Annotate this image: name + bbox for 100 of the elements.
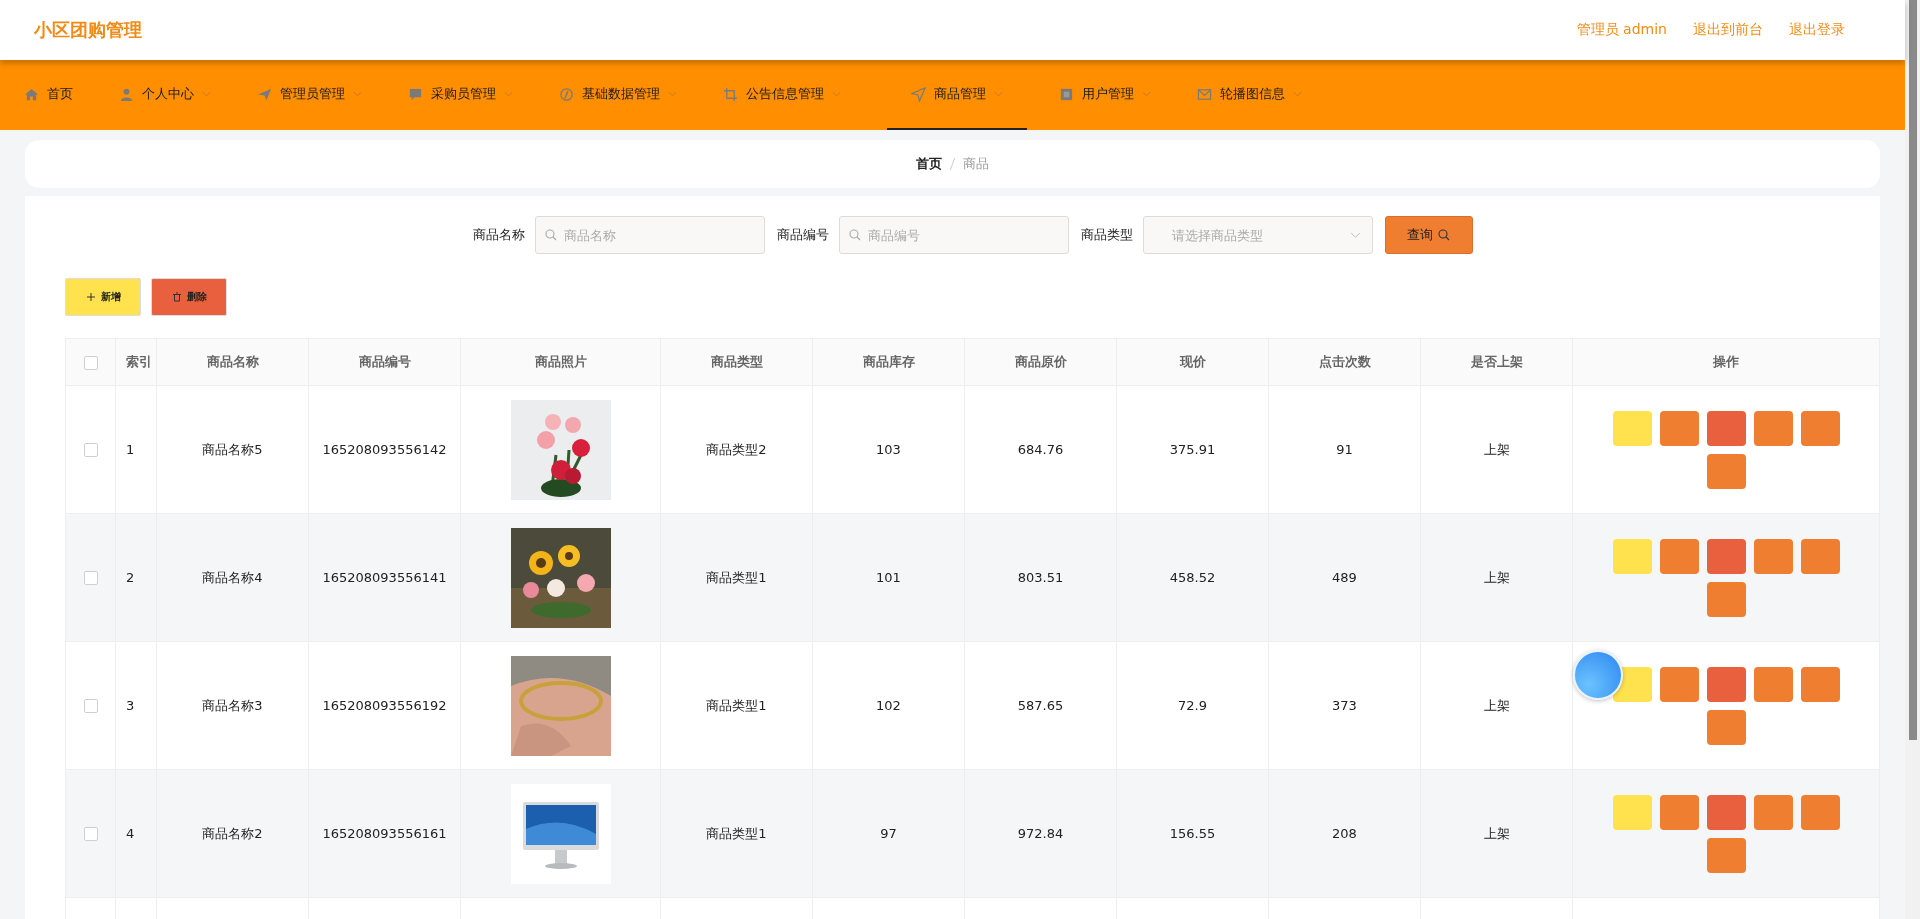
user-icon	[119, 86, 134, 102]
action-button[interactable]	[1753, 666, 1793, 702]
action-button[interactable]	[1659, 794, 1699, 830]
row-checkbox[interactable]	[83, 827, 98, 842]
scrollbar[interactable]	[1905, 0, 1920, 919]
table-cell: 375.91	[1116, 385, 1269, 514]
table-cell: 91	[1268, 385, 1421, 514]
nav-tab[interactable]: 用户管理	[1059, 60, 1165, 130]
search-icon	[1438, 229, 1450, 241]
mail-icon	[1197, 86, 1212, 102]
nav-tab[interactable]: 公告信息管理	[723, 60, 855, 130]
action-button[interactable]	[1706, 837, 1746, 873]
field-label: 商品类型	[1080, 226, 1133, 244]
table-cell: 上架	[1420, 769, 1573, 898]
column-header: 索引	[115, 338, 157, 386]
action-button[interactable]	[1753, 538, 1793, 574]
table-cell: 684.76	[964, 385, 1117, 514]
action-button[interactable]	[1706, 709, 1746, 745]
table-cell: 489	[1268, 513, 1421, 642]
action-button[interactable]	[1659, 410, 1699, 446]
plane-icon	[257, 86, 272, 102]
send-icon	[911, 86, 926, 102]
action-button[interactable]	[1800, 538, 1840, 574]
type-select[interactable]: 请选择商品类型	[1142, 216, 1373, 254]
nav-tab[interactable]: 管理员管理	[257, 60, 376, 130]
column-header: 现价	[1116, 338, 1269, 386]
table-cell: 165208093556192	[308, 641, 461, 770]
nav-tab[interactable]: 基础数据管理	[559, 60, 691, 130]
column-header: 商品照片	[460, 338, 661, 386]
table-cell: 1	[115, 385, 157, 514]
table-cell: 72.9	[1116, 641, 1269, 770]
action-button[interactable]	[1706, 794, 1746, 830]
delete-button[interactable]: 删除	[151, 278, 227, 316]
nav-tab[interactable]: 首页	[24, 60, 87, 130]
row-checkbox[interactable]	[83, 699, 98, 714]
search-field[interactable]: 商品名称	[534, 216, 765, 254]
nav-tab[interactable]: 个人中心	[119, 60, 225, 130]
table-cell: 165208093556161	[308, 769, 461, 898]
action-button[interactable]	[1706, 538, 1746, 574]
action-button[interactable]	[1706, 581, 1746, 617]
field-label: 商品名称	[472, 226, 525, 244]
action-button[interactable]	[1800, 410, 1840, 446]
column-header: 商品名称	[156, 338, 309, 386]
action-button[interactable]	[1800, 666, 1840, 702]
nav-tab[interactable]: 采购员管理	[408, 60, 527, 130]
action-button[interactable]	[1753, 410, 1793, 446]
home-icon	[24, 86, 39, 102]
table-cell: 102	[812, 641, 965, 770]
table-cell: 4	[115, 769, 157, 898]
table-cell: 商品类型2	[660, 385, 813, 514]
select-all-checkbox[interactable]	[83, 355, 98, 370]
table-cell: 上架	[1420, 385, 1573, 514]
compass-icon	[559, 86, 574, 102]
crop-icon	[723, 86, 738, 102]
search-field[interactable]: 商品编号	[838, 216, 1069, 254]
column-header: 商品原价	[964, 338, 1117, 386]
table-cell: 165208093556141	[308, 513, 461, 642]
table-cell: 972.84	[964, 769, 1117, 898]
column-header: 点击次数	[1268, 338, 1421, 386]
app-title: 小区团购管理	[34, 18, 142, 42]
table-cell: 373	[1268, 641, 1421, 770]
nav-tab[interactable]: 轮播图信息	[1197, 60, 1316, 130]
row-checkbox[interactable]	[83, 443, 98, 458]
action-button[interactable]	[1706, 410, 1746, 446]
column-header: 是否上架	[1420, 338, 1573, 386]
breadcrumb-link[interactable]: 首页	[916, 155, 942, 173]
table-cell: 商品名称5	[156, 385, 309, 514]
action-button[interactable]	[1706, 666, 1746, 702]
query-button[interactable]: 查询	[1384, 216, 1473, 254]
row-checkbox[interactable]	[83, 571, 98, 586]
table-cell: 458.52	[1116, 513, 1269, 642]
chat-icon	[408, 86, 423, 102]
chevron-down-icon	[1349, 232, 1361, 239]
table-cell: 208	[1268, 769, 1421, 898]
action-button[interactable]	[1659, 666, 1699, 702]
action-button[interactable]	[1659, 538, 1699, 574]
table-cell: 165208093556142	[308, 385, 461, 514]
table-cell: 上架	[1420, 513, 1573, 642]
table-cell: 587.65	[964, 641, 1117, 770]
table-cell: 803.51	[964, 513, 1117, 642]
table-cell: 商品名称4	[156, 513, 309, 642]
plus-icon	[85, 292, 96, 302]
action-button[interactable]	[1753, 794, 1793, 830]
action-button[interactable]	[1800, 794, 1840, 830]
column-header: 商品类型	[660, 338, 813, 386]
table-cell: 商品类型1	[660, 641, 813, 770]
table-cell: 上架	[1420, 641, 1573, 770]
table-cell: 商品名称2	[156, 769, 309, 898]
field-label: 商品编号	[776, 226, 829, 244]
add-button[interactable]: 新增	[65, 278, 141, 316]
table-cell: 商品类型1	[660, 513, 813, 642]
column-header: 商品库存	[812, 338, 965, 386]
table-cell: 97	[812, 769, 965, 898]
table-cell: 2	[115, 513, 157, 642]
nav-tab[interactable]: 商品管理	[887, 60, 1027, 130]
action-button[interactable]	[1706, 453, 1746, 489]
table-cell: 101	[812, 513, 965, 642]
table-cell: 103	[812, 385, 965, 514]
column-header: 操作	[1572, 338, 1880, 386]
column-header: 商品编号	[308, 338, 461, 386]
